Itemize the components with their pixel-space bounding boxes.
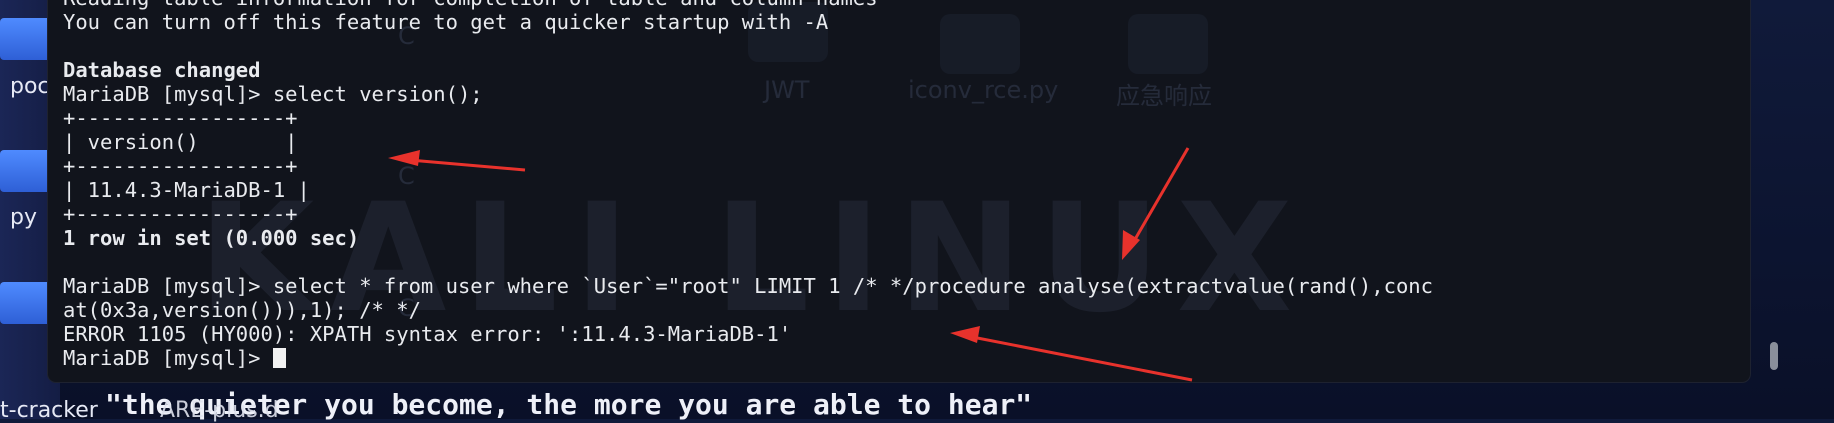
scrollbar-thumb[interactable]: [1770, 342, 1778, 370]
terminal-line: +-----------------+: [63, 154, 298, 178]
terminal-line: 1 row in set (0.000 sec): [63, 226, 360, 250]
desktop-label-overlap[interactable]: ARE-plus.d: [160, 398, 279, 423]
terminal-output: Reading table information for completion…: [63, 0, 1433, 370]
terminal-prompt-line[interactable]: MariaDB [mysql]>: [63, 346, 1433, 370]
folder-icon[interactable]: [0, 150, 52, 192]
terminal-line: Database changed: [63, 58, 261, 82]
terminal-line: at(0x3a,version())),1); /* */: [63, 298, 421, 322]
desktop-label-py[interactable]: py: [10, 205, 37, 230]
terminal-line: You can turn off this feature to get a q…: [63, 10, 829, 34]
terminal-window[interactable]: KALI LINUX JWT iconv_rce.py 应急响应 C C C R…: [48, 0, 1778, 382]
terminal-line: | version() |: [63, 130, 298, 154]
terminal-line: Reading table information for completion…: [63, 0, 1433, 10]
desktop-label-poc[interactable]: poc: [10, 74, 50, 99]
text-cursor: [272, 348, 286, 368]
folder-icon[interactable]: [0, 18, 52, 60]
terminal-prompt: MariaDB [mysql]>: [63, 346, 273, 370]
terminal-line: +-----------------+: [63, 202, 298, 226]
desktop-label-bottom[interactable]: t-cracker: [0, 398, 98, 423]
terminal-line: MariaDB [mysql]> select version();: [63, 82, 483, 106]
terminal-line: ERROR 1105 (HY000): XPATH syntax error: …: [63, 322, 792, 346]
terminal-line: MariaDB [mysql]> select * from user wher…: [63, 274, 1433, 298]
terminal-line: +-----------------+: [63, 106, 298, 130]
folder-icon[interactable]: [0, 282, 52, 324]
terminal-line: | 11.4.3-MariaDB-1 |: [63, 178, 310, 202]
